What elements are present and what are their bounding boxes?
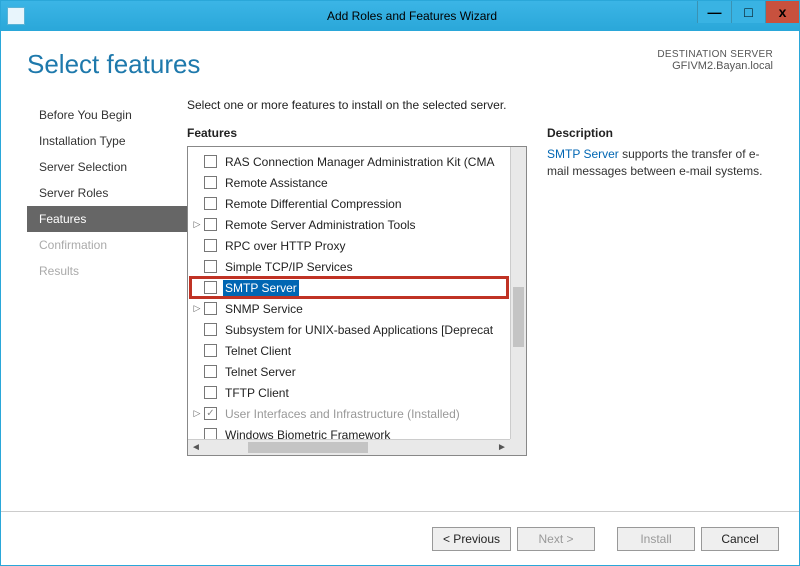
feature-label: Telnet Server <box>223 364 298 380</box>
feature-item[interactable]: RPC over HTTP Proxy <box>190 235 508 256</box>
cancel-button[interactable]: Cancel <box>701 527 779 551</box>
feature-item[interactable]: SMTP Server <box>190 277 508 298</box>
body-row: Before You BeginInstallation TypeServer … <box>27 98 773 511</box>
feature-item[interactable]: Remote Assistance <box>190 172 508 193</box>
description-text: SMTP Server supports the transfer of e-m… <box>547 146 773 180</box>
feature-checkbox[interactable] <box>204 155 217 168</box>
feature-item[interactable]: Telnet Client <box>190 340 508 361</box>
feature-item[interactable]: ▷ SNMP Service <box>190 298 508 319</box>
feature-checkbox[interactable]: ✓ <box>204 407 217 420</box>
feature-checkbox[interactable] <box>204 260 217 273</box>
step-results: Results <box>27 258 187 284</box>
maximize-button[interactable]: □ <box>731 1 765 23</box>
feature-checkbox[interactable] <box>204 197 217 210</box>
columns: Features RAS Connection Manager Administ… <box>187 126 773 511</box>
title-bar: Add Roles and Features Wizard — □ x <box>1 1 799 31</box>
feature-label: User Interfaces and Infrastructure (Inst… <box>223 406 462 422</box>
feature-item[interactable]: Simple TCP/IP Services <box>190 256 508 277</box>
expand-icon[interactable]: ▷ <box>190 408 204 419</box>
step-features[interactable]: Features <box>27 206 187 232</box>
step-server-selection[interactable]: Server Selection <box>27 154 187 180</box>
feature-label: Remote Assistance <box>223 175 330 191</box>
install-button[interactable]: Install <box>617 527 695 551</box>
feature-item[interactable]: Windows Biometric Framework <box>190 424 508 439</box>
horizontal-scrollbar[interactable]: ◄ ► <box>188 439 510 455</box>
expand-icon[interactable]: ▷ <box>190 303 204 314</box>
feature-checkbox[interactable] <box>204 239 217 252</box>
step-confirmation: Confirmation <box>27 232 187 258</box>
close-button[interactable]: x <box>765 1 799 23</box>
destination-server: DESTINATION SERVER GFIVM2.Bayan.local <box>657 49 773 72</box>
page-title: Select features <box>27 49 200 80</box>
description-column: Description SMTP Server supports the tra… <box>527 126 773 511</box>
instruction-text: Select one or more features to install o… <box>187 98 773 112</box>
feature-label: RPC over HTTP Proxy <box>223 238 347 254</box>
step-installation-type[interactable]: Installation Type <box>27 128 187 154</box>
feature-item[interactable]: ▷ Remote Server Administration Tools <box>190 214 508 235</box>
feature-checkbox[interactable] <box>204 218 217 231</box>
main-panel: Select one or more features to install o… <box>187 98 773 511</box>
feature-label: Simple TCP/IP Services <box>223 259 355 275</box>
feature-checkbox[interactable] <box>204 302 217 315</box>
scroll-right-icon[interactable]: ► <box>494 440 510 455</box>
window-title: Add Roles and Features Wizard <box>25 9 799 23</box>
dest-label: DESTINATION SERVER <box>657 49 773 60</box>
description-heading: Description <box>547 126 773 140</box>
footer-buttons: < Previous Next > Install Cancel <box>1 511 799 565</box>
feature-checkbox[interactable] <box>204 386 217 399</box>
step-before-you-begin[interactable]: Before You Begin <box>27 102 187 128</box>
feature-checkbox[interactable] <box>204 365 217 378</box>
step-server-roles[interactable]: Server Roles <box>27 180 187 206</box>
next-button[interactable]: Next > <box>517 527 595 551</box>
feature-label: Windows Biometric Framework <box>223 427 392 440</box>
features-heading: Features <box>187 126 527 140</box>
steps-sidebar: Before You BeginInstallation TypeServer … <box>27 98 187 511</box>
feature-item[interactable]: Remote Differential Compression <box>190 193 508 214</box>
feature-item[interactable]: Telnet Server <box>190 361 508 382</box>
feature-checkbox[interactable] <box>204 323 217 336</box>
dest-name: GFIVM2.Bayan.local <box>657 60 773 72</box>
feature-label: SMTP Server <box>223 280 299 296</box>
feature-label: Remote Differential Compression <box>223 196 404 212</box>
features-listbox[interactable]: RAS Connection Manager Administration Ki… <box>187 146 527 456</box>
previous-button[interactable]: < Previous <box>432 527 511 551</box>
vertical-scroll-thumb[interactable] <box>513 287 524 347</box>
wizard-window: Add Roles and Features Wizard — □ x Sele… <box>0 0 800 566</box>
content-area: Select features DESTINATION SERVER GFIVM… <box>1 31 799 511</box>
horizontal-scroll-thumb[interactable] <box>248 442 368 453</box>
description-link: SMTP Server <box>547 147 619 161</box>
features-tree: RAS Connection Manager Administration Ki… <box>188 147 510 439</box>
app-icon <box>7 7 25 25</box>
minimize-button[interactable]: — <box>697 1 731 23</box>
feature-label: Subsystem for UNIX-based Applications [D… <box>223 322 495 338</box>
window-controls: — □ x <box>697 1 799 23</box>
feature-label: Telnet Client <box>223 343 293 359</box>
feature-item[interactable]: Subsystem for UNIX-based Applications [D… <box>190 319 508 340</box>
vertical-scrollbar[interactable] <box>510 147 526 439</box>
feature-label: TFTP Client <box>223 385 291 401</box>
feature-label: Remote Server Administration Tools <box>223 217 418 233</box>
feature-checkbox[interactable] <box>204 428 217 439</box>
feature-label: RAS Connection Manager Administration Ki… <box>223 154 496 170</box>
feature-label: SNMP Service <box>223 301 305 317</box>
feature-item[interactable]: RAS Connection Manager Administration Ki… <box>190 151 508 172</box>
scroll-left-icon[interactable]: ◄ <box>188 440 204 455</box>
feature-checkbox[interactable] <box>204 281 217 294</box>
feature-item[interactable]: ▷✓ User Interfaces and Infrastructure (In… <box>190 403 508 424</box>
feature-item[interactable]: TFTP Client <box>190 382 508 403</box>
features-column: Features RAS Connection Manager Administ… <box>187 126 527 511</box>
header-row: Select features DESTINATION SERVER GFIVM… <box>27 49 773 80</box>
expand-icon[interactable]: ▷ <box>190 219 204 230</box>
feature-checkbox[interactable] <box>204 344 217 357</box>
feature-checkbox[interactable] <box>204 176 217 189</box>
scroll-corner <box>510 439 526 455</box>
